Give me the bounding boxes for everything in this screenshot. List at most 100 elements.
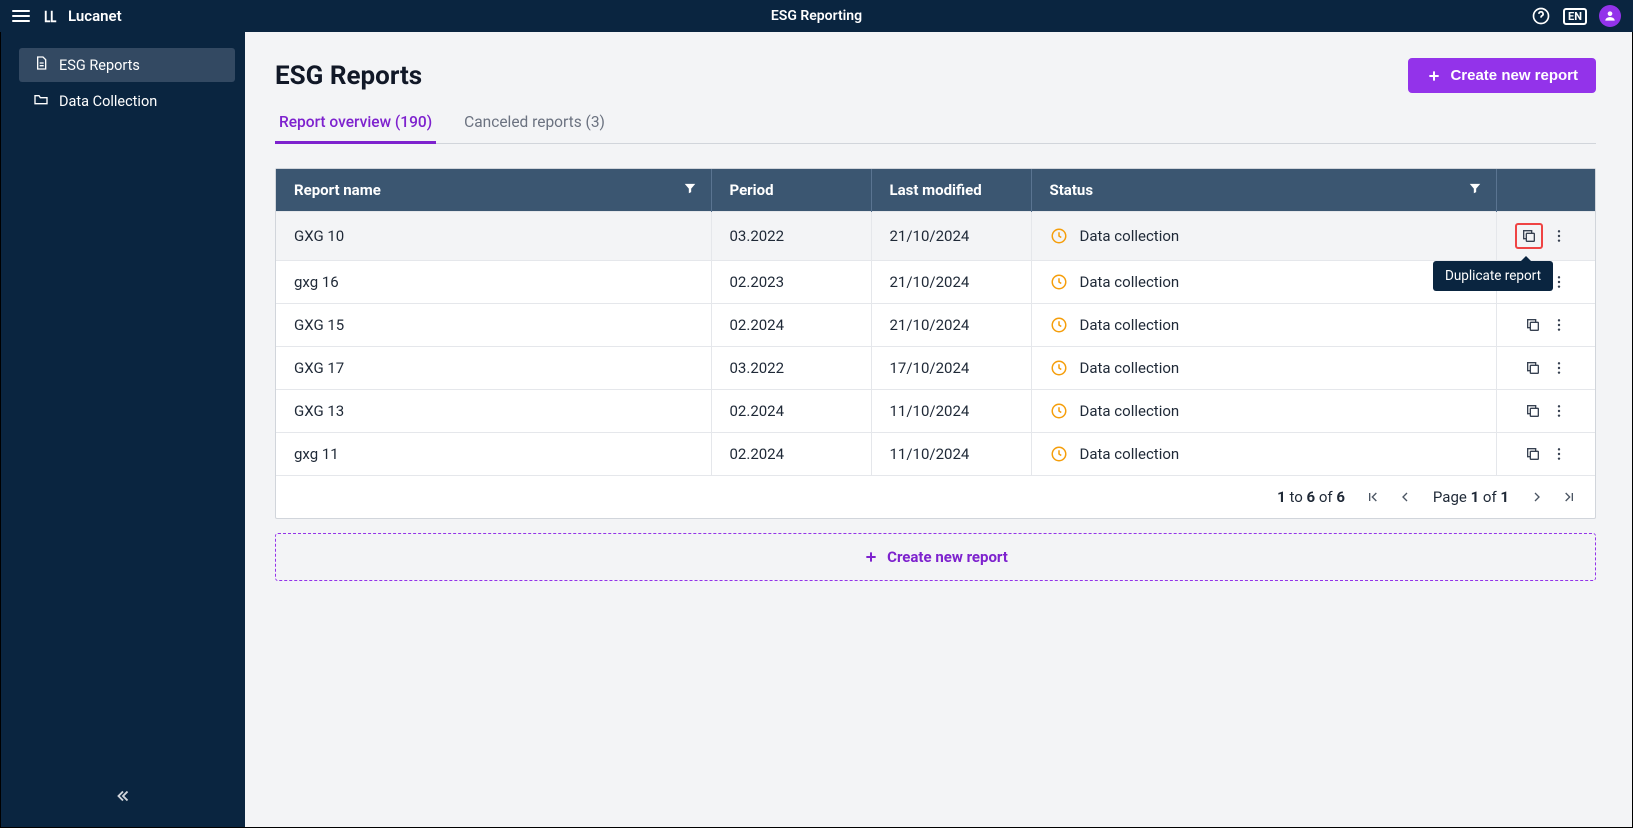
- kebab-icon: [1551, 228, 1567, 244]
- page-next-icon[interactable]: [1529, 489, 1545, 505]
- row-menu-button[interactable]: [1549, 226, 1569, 246]
- sidebar-item-data-collection[interactable]: Data Collection: [19, 84, 235, 118]
- cell-report-name: GXG 13: [276, 390, 711, 433]
- create-report-dashed-label: Create new report: [887, 548, 1008, 566]
- duplicate-report-button[interactable]: [1523, 444, 1543, 464]
- pagination: 1 to 6 of 6 Page 1 of 1: [276, 475, 1595, 518]
- row-menu-button[interactable]: [1549, 358, 1569, 378]
- col-header-status[interactable]: Status: [1031, 169, 1497, 212]
- sidebar-item-label: Data Collection: [59, 93, 157, 110]
- plus-icon: [863, 549, 879, 565]
- page-header: ESG Reports Create new report: [275, 58, 1596, 93]
- duplicate-report-button[interactable]: Duplicate report: [1515, 223, 1543, 249]
- duplicate-icon: [1521, 228, 1537, 244]
- app-title: ESG Reporting: [771, 8, 862, 24]
- duplicate-report-button[interactable]: [1523, 358, 1543, 378]
- table-row[interactable]: GXG 1502.202421/10/2024Data collection: [276, 304, 1595, 347]
- sidebar: ESG Reports Data Collection: [1, 32, 245, 827]
- cell-status: Data collection: [1031, 433, 1497, 476]
- table-row[interactable]: GXG 1703.202217/10/2024 Data collection: [276, 347, 1595, 390]
- cell-status: Data collection: [1031, 390, 1497, 433]
- pagination-next-last: [1529, 489, 1577, 505]
- user-avatar[interactable]: [1599, 5, 1621, 27]
- status-label: Data collection: [1080, 402, 1180, 420]
- create-report-label: Create new report: [1450, 67, 1578, 84]
- menu-icon[interactable]: [12, 10, 30, 22]
- status-label: Data collection: [1080, 445, 1180, 463]
- col-header-actions: [1497, 169, 1596, 212]
- cell-period: 03.2022: [711, 212, 871, 261]
- cell-period: 03.2022: [711, 347, 871, 390]
- duplicate-icon: [1525, 446, 1541, 462]
- top-header: Lucanet ESG Reporting EN: [0, 0, 1633, 32]
- reports-table: Report name Period Last modified Status: [275, 168, 1596, 519]
- cell-status: Data collection: [1031, 212, 1497, 261]
- col-header-period[interactable]: Period: [711, 169, 871, 212]
- cell-actions: [1497, 347, 1596, 390]
- status-label: Data collection: [1080, 273, 1180, 291]
- pagination-first-prev: [1365, 489, 1413, 505]
- row-menu-button[interactable]: [1549, 444, 1569, 464]
- table-row[interactable]: gxg 1602.202321/10/2024Data collection: [276, 261, 1595, 304]
- brand-name: Lucanet: [68, 7, 122, 25]
- language-toggle[interactable]: EN: [1563, 8, 1587, 25]
- cell-status: Data collection: [1031, 347, 1497, 390]
- create-report-dashed-button[interactable]: Create new report: [275, 533, 1596, 581]
- create-report-button[interactable]: Create new report: [1408, 58, 1596, 93]
- cell-status: Data collection: [1031, 261, 1497, 304]
- kebab-icon: [1551, 360, 1567, 376]
- main-content: ESG Reports Create new report Report ove…: [245, 32, 1632, 827]
- kebab-icon: [1551, 274, 1567, 290]
- tab-canceled-reports[interactable]: Canceled reports (3): [460, 105, 609, 144]
- folder-icon: [33, 91, 49, 111]
- col-header-modified[interactable]: Last modified: [871, 169, 1031, 212]
- sidebar-item-label: ESG Reports: [59, 57, 140, 74]
- duplicate-report-button[interactable]: [1523, 315, 1543, 335]
- document-icon: [33, 55, 49, 75]
- clock-icon: [1050, 445, 1068, 463]
- cell-last-modified: 17/10/2024: [871, 347, 1031, 390]
- clock-icon: [1050, 227, 1068, 245]
- page-first-icon[interactable]: [1365, 489, 1381, 505]
- duplicate-icon: [1525, 403, 1541, 419]
- page-last-icon[interactable]: [1561, 489, 1577, 505]
- table-row[interactable]: GXG 1003.202221/10/2024Data collection Du…: [276, 212, 1595, 261]
- filter-icon[interactable]: [1468, 181, 1482, 199]
- tabs: Report overview (190) Canceled reports (…: [275, 105, 1596, 144]
- cell-report-name: GXG 17: [276, 347, 711, 390]
- status-label: Data collection: [1080, 359, 1180, 377]
- table-row[interactable]: gxg 1102.202411/10/2024Data collection: [276, 433, 1595, 476]
- sidebar-collapse-button[interactable]: [114, 787, 132, 809]
- brand-logo[interactable]: Lucanet: [42, 7, 122, 25]
- duplicate-report-button[interactable]: [1523, 401, 1543, 421]
- cell-last-modified: 21/10/2024: [871, 304, 1031, 347]
- col-header-name[interactable]: Report name: [276, 169, 711, 212]
- duplicate-icon: [1525, 360, 1541, 376]
- header-left: Lucanet: [12, 7, 122, 25]
- cell-last-modified: 21/10/2024: [871, 261, 1031, 304]
- tooltip-duplicate: Duplicate report: [1433, 261, 1553, 291]
- status-label: Data collection: [1080, 316, 1180, 334]
- help-icon[interactable]: [1531, 6, 1551, 26]
- page-title: ESG Reports: [275, 61, 422, 91]
- duplicate-icon: [1525, 317, 1541, 333]
- row-menu-button[interactable]: [1549, 315, 1569, 335]
- cell-report-name: GXG 10: [276, 212, 711, 261]
- cell-actions: [1497, 390, 1596, 433]
- page-prev-icon[interactable]: [1397, 489, 1413, 505]
- logo-icon: [42, 7, 60, 25]
- tab-report-overview[interactable]: Report overview (190): [275, 105, 436, 144]
- cell-actions: [1497, 304, 1596, 347]
- table-row[interactable]: GXG 1302.202411/10/2024Data collection: [276, 390, 1595, 433]
- cell-last-modified: 21/10/2024: [871, 212, 1031, 261]
- clock-icon: [1050, 273, 1068, 291]
- cell-period: 02.2024: [711, 390, 871, 433]
- sidebar-item-esg-reports[interactable]: ESG Reports: [19, 48, 235, 82]
- cell-actions: [1497, 433, 1596, 476]
- filter-icon[interactable]: [683, 181, 697, 199]
- plus-icon: [1426, 68, 1442, 84]
- clock-icon: [1050, 316, 1068, 334]
- cell-report-name: gxg 16: [276, 261, 711, 304]
- row-menu-button[interactable]: [1549, 401, 1569, 421]
- clock-icon: [1050, 359, 1068, 377]
